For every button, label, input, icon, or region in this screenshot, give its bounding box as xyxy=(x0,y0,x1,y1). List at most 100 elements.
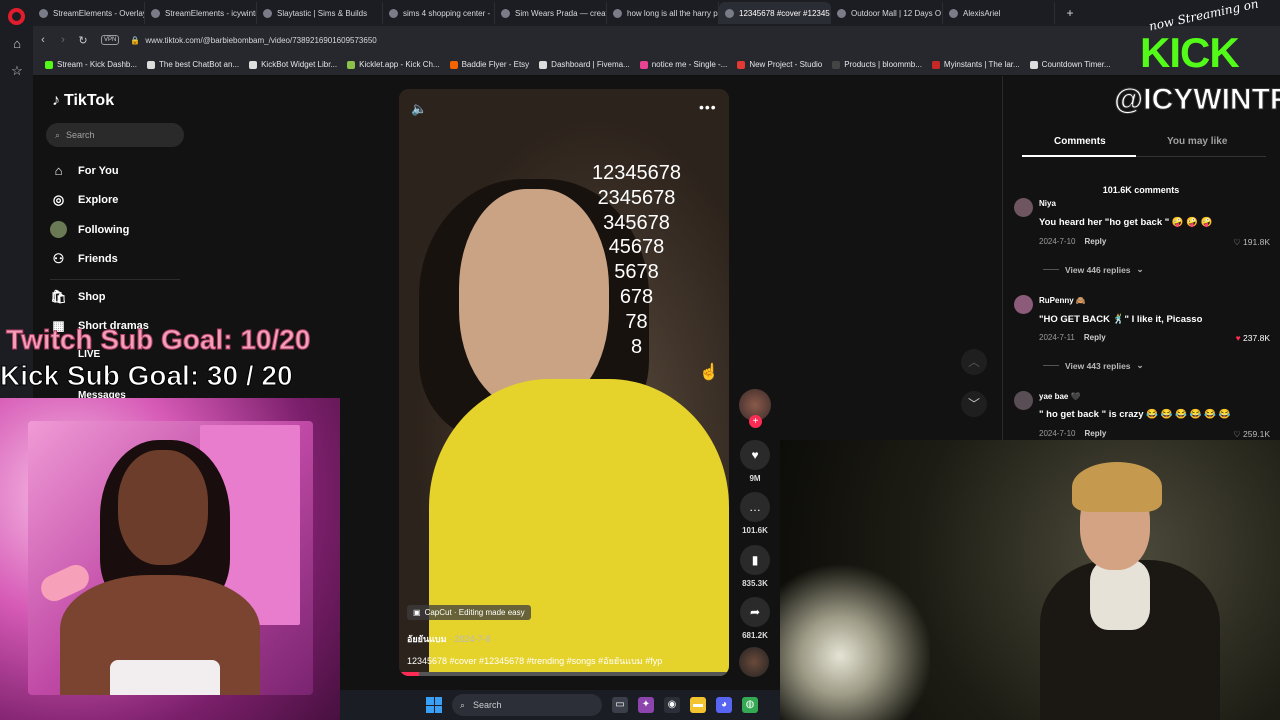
share-icon: ➦ xyxy=(740,597,770,627)
url-field[interactable]: www.tiktok.com/@barbiebombam_/video/7389… xyxy=(145,36,376,45)
video-author[interactable]: อัยยันแบม · 2024-7-8 xyxy=(407,632,491,646)
replies-dash xyxy=(1043,269,1059,270)
comment-button[interactable]: … 101.6K xyxy=(739,492,771,535)
comment-like-button[interactable]: ♡ 191.8K xyxy=(1214,237,1270,248)
comment-user[interactable]: RuPenny 🙈 xyxy=(1039,296,1086,305)
bookmark[interactable]: The best ChatBot an... xyxy=(143,60,243,69)
like-button[interactable]: ♥ 9M xyxy=(739,440,771,483)
file-explorer-icon[interactable]: ▬ xyxy=(690,697,706,713)
comment-user[interactable]: Niya xyxy=(1039,199,1056,208)
tab-active[interactable]: 12345678 #cover #12345 xyxy=(719,2,831,24)
video-progress-track[interactable] xyxy=(399,672,729,676)
bookmark[interactable]: Products | bloommb... xyxy=(828,60,926,69)
bookmark[interactable]: Countdown Timer... xyxy=(1026,60,1115,69)
search-icon: ⌕ xyxy=(55,129,61,140)
kick-sub-goal: Kick Sub Goal: 30 / 20 xyxy=(0,360,293,392)
workspace-icon[interactable]: ⌂ xyxy=(9,36,25,52)
previous-video-icon[interactable]: ︿ xyxy=(961,349,987,375)
volume-icon[interactable]: 🔈 xyxy=(411,101,427,117)
tab[interactable]: AlexisAriel xyxy=(943,2,1055,24)
nav-following[interactable]: Following xyxy=(50,221,129,238)
bookmark[interactable]: Dashboard | Fivema... xyxy=(535,60,634,69)
comment-text: "HO GET BACK 🕺" I like it, Picasso xyxy=(1039,314,1203,325)
view-replies-button[interactable]: View 443 replies ⌄ xyxy=(1043,360,1144,371)
bookmark[interactable]: Kicklet.app - Kick Ch... xyxy=(343,60,443,69)
clip-actor-collar xyxy=(1090,560,1150,630)
opera-logo-icon[interactable] xyxy=(8,8,25,25)
comment-avatar[interactable] xyxy=(1014,391,1033,410)
tab-favicon-icon xyxy=(501,8,510,18)
chrome-icon[interactable]: ◍ xyxy=(742,697,758,713)
tab[interactable]: Sim Wears Prada — creat xyxy=(495,2,607,24)
bookmark[interactable]: Baddie Flyer - Etsy xyxy=(446,60,534,69)
video-progress-fill xyxy=(399,672,419,676)
bookmark[interactable]: Stream - Kick Dashb... xyxy=(41,60,141,69)
nav-friends[interactable]: ⚇ Friends xyxy=(50,251,118,267)
reply-button[interactable]: Reply xyxy=(1084,237,1106,246)
capcut-tag[interactable]: ▣ CapCut · Editing made easy xyxy=(407,605,531,620)
hand-cursor-icon: ☝ xyxy=(699,364,719,381)
tab[interactable]: Outdoor Mall | 12 Days O xyxy=(831,2,943,24)
video-player[interactable]: 12345678 2345678 345678 45678 5678 678 7… xyxy=(399,89,729,676)
task-view-icon[interactable]: ▭ xyxy=(612,697,628,713)
capcut-icon: ▣ xyxy=(413,608,421,617)
tab[interactable]: StreamElements - Overlay xyxy=(33,2,145,24)
reload-icon[interactable]: ↻ xyxy=(73,34,93,47)
nav-shop[interactable]: 🛍 Shop xyxy=(50,289,105,305)
music-disc-icon[interactable] xyxy=(739,647,769,677)
share-button[interactable]: ➦ 681.2K xyxy=(739,597,771,640)
view-replies-button[interactable]: View 446 replies ⌄ xyxy=(1043,264,1144,275)
back-icon[interactable]: ‹ xyxy=(33,34,53,46)
comment-like-button[interactable]: ♡ 259.1K xyxy=(1214,429,1270,440)
search-input[interactable]: ⌕ Search xyxy=(46,123,184,147)
bookmark[interactable]: New Project - Studio xyxy=(733,60,826,69)
comment-avatar[interactable] xyxy=(1014,198,1033,217)
comment-avatar[interactable] xyxy=(1014,295,1033,314)
comment-user[interactable]: yae bae 🖤 xyxy=(1039,392,1081,401)
clip-actor-hair xyxy=(1072,462,1162,512)
tab-favicon-icon xyxy=(389,8,398,18)
next-video-icon[interactable]: ﹀ xyxy=(961,391,987,417)
windows-start-icon[interactable] xyxy=(426,697,442,713)
tab[interactable]: sims 4 shopping center - xyxy=(383,2,495,24)
tab[interactable]: StreamElements - icywintr xyxy=(145,2,257,24)
nav-for-you[interactable]: ⌂ For You xyxy=(50,163,119,178)
tab-favicon-icon xyxy=(39,8,48,18)
bookmark-favicon-icon xyxy=(539,60,548,69)
etsy-favicon-icon xyxy=(449,60,458,69)
tab[interactable]: Slaytastic | Sims & Builds xyxy=(257,2,383,24)
taskbar-search[interactable]: ⌕ Search xyxy=(452,694,602,716)
tab[interactable]: how long is all the harry p xyxy=(607,2,719,24)
reply-button[interactable]: Reply xyxy=(1084,429,1106,438)
save-button[interactable]: ▮ 835.3K xyxy=(739,545,771,588)
star-icon[interactable]: ☆ xyxy=(9,63,25,79)
copilot-icon[interactable]: ✦ xyxy=(638,697,654,713)
more-options-icon[interactable]: ••• xyxy=(699,99,717,115)
bookmark[interactable]: Myinstants | The lar... xyxy=(928,60,1024,69)
replies-dash xyxy=(1043,365,1059,366)
comment-meta: 2024-7-10 Reply xyxy=(1039,237,1107,246)
video-caption: 12345678 #cover #12345678 #trending #son… xyxy=(407,656,663,666)
bookmark[interactable]: notice me - Single -... xyxy=(636,60,732,69)
new-tab-button[interactable]: + xyxy=(1055,2,1085,24)
tab-favicon-icon xyxy=(151,8,160,18)
forward-icon[interactable]: › xyxy=(53,34,73,46)
comment-like-button[interactable]: ♥ 237.8K xyxy=(1214,333,1270,343)
reply-button[interactable]: Reply xyxy=(1084,333,1106,342)
heart-icon: ♥ xyxy=(740,440,770,470)
youtube-favicon-icon xyxy=(737,60,746,69)
tab-you-may-like[interactable]: You may like xyxy=(1167,136,1227,147)
follow-plus-icon[interactable]: + xyxy=(749,415,762,428)
tab-comments[interactable]: Comments xyxy=(1054,136,1106,147)
video-overlay-text: 12345678 2345678 345678 45678 5678 678 7… xyxy=(592,162,681,358)
comment-meta: 2024-7-11 Reply xyxy=(1039,333,1106,342)
github-icon[interactable]: ◉ xyxy=(664,697,680,713)
vpn-badge[interactable]: VPN xyxy=(101,35,120,45)
nav-explore[interactable]: ◎ Explore xyxy=(50,192,119,208)
discord-icon[interactable]: ◕ xyxy=(716,697,732,713)
tiktok-logo[interactable]: ♪ TikTok xyxy=(52,92,114,110)
bookmarks-bar: Stream - Kick Dashb... The best ChatBot … xyxy=(33,54,1280,76)
shop-icon: 🛍 xyxy=(50,289,67,304)
bookmark[interactable]: KickBot Widget Libr... xyxy=(245,60,341,69)
search-icon: ⌕ xyxy=(460,699,466,710)
